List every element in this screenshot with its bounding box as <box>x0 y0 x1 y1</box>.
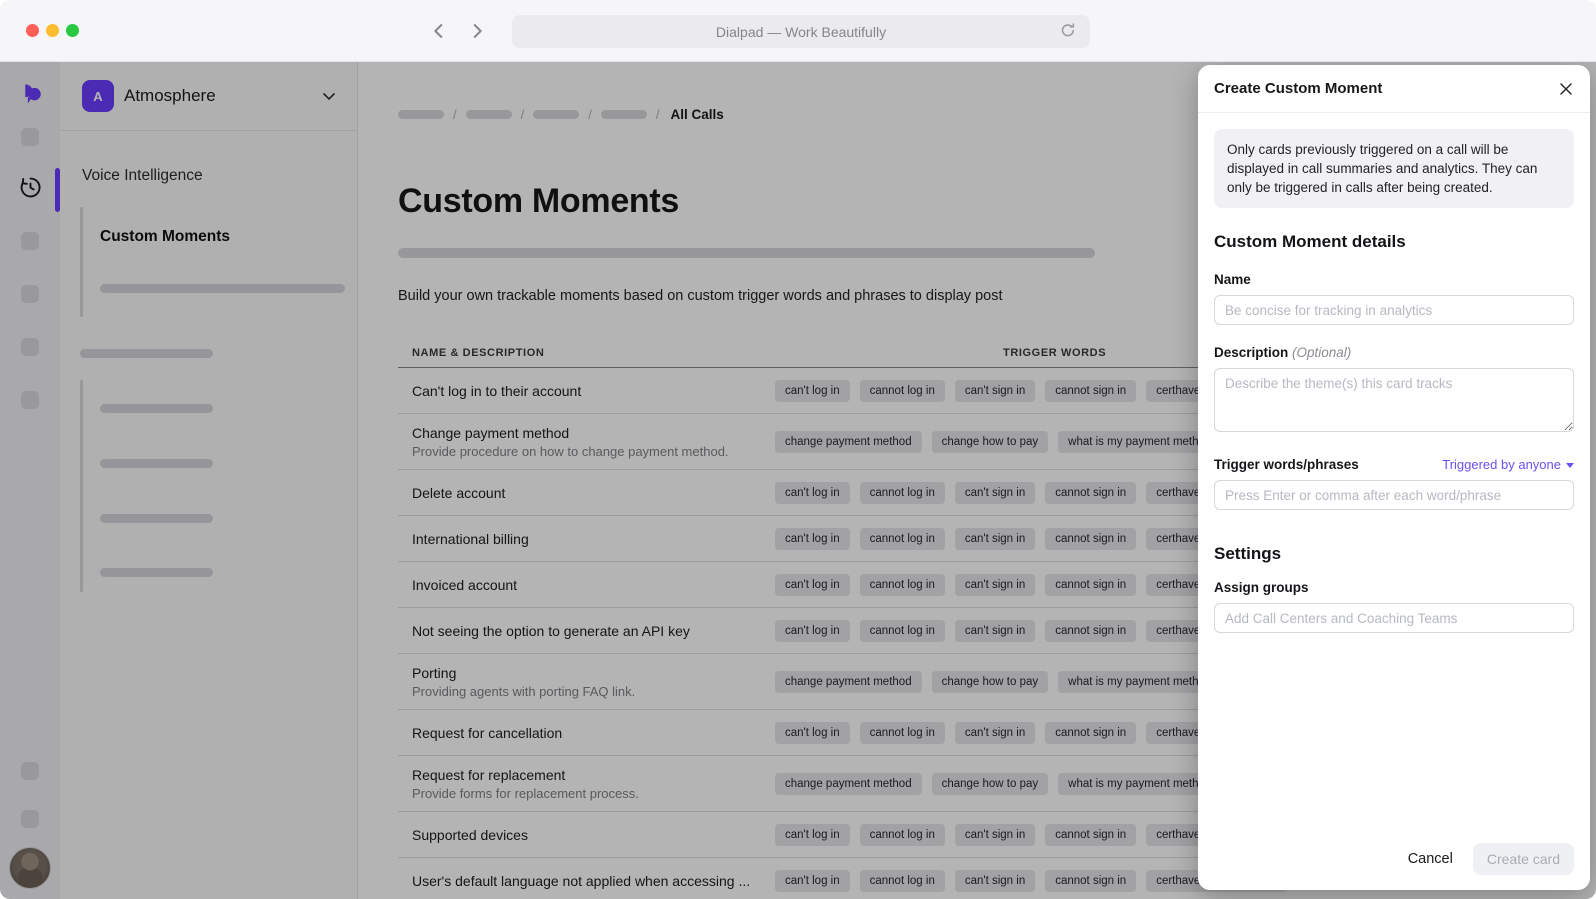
minimize-window-button[interactable] <box>46 24 59 37</box>
zoom-window-button[interactable] <box>66 24 79 37</box>
drawer-title: Create Custom Moment <box>1214 80 1382 97</box>
assign-groups-field[interactable] <box>1214 603 1574 633</box>
create-custom-moment-drawer: Create Custom Moment Only cards previous… <box>1198 65 1590 890</box>
info-notice: Only cards previously triggered on a cal… <box>1214 129 1574 208</box>
optional-hint: (Optional) <box>1292 345 1351 360</box>
traffic-lights <box>26 24 79 37</box>
trigger-words-label: Trigger words/phrases <box>1214 457 1359 472</box>
name-field[interactable] <box>1214 295 1574 325</box>
description-label: Description (Optional) <box>1214 345 1574 360</box>
page-title-text: Dialpad — Work Beautifully <box>716 24 886 40</box>
details-heading: Custom Moment details <box>1214 232 1574 252</box>
drawer-footer: Cancel Create card <box>1198 828 1590 890</box>
close-window-button[interactable] <box>26 24 39 37</box>
browser-chrome: Dialpad — Work Beautifully <box>0 0 1596 62</box>
drawer-header: Create Custom Moment <box>1198 65 1590 113</box>
create-card-button[interactable]: Create card <box>1473 843 1574 875</box>
browser-forward-icon[interactable] <box>466 20 488 42</box>
address-bar[interactable]: Dialpad — Work Beautifully <box>512 15 1090 48</box>
close-icon[interactable] <box>1556 79 1576 99</box>
browser-back-icon[interactable] <box>428 20 450 42</box>
cancel-button[interactable]: Cancel <box>1408 851 1453 867</box>
settings-heading: Settings <box>1214 544 1574 564</box>
name-label: Name <box>1214 272 1574 287</box>
app-area: A Atmosphere Voice Intelligence Custom M… <box>0 62 1596 899</box>
caret-down-icon <box>1566 463 1574 468</box>
trigger-words-field[interactable] <box>1214 480 1574 510</box>
reload-icon[interactable] <box>1058 21 1078 41</box>
browser-window: Dialpad — Work Beautifully <box>0 0 1596 899</box>
description-field[interactable] <box>1214 368 1574 432</box>
assign-groups-label: Assign groups <box>1214 580 1574 595</box>
triggered-by-dropdown[interactable]: Triggered by anyone <box>1442 457 1574 472</box>
